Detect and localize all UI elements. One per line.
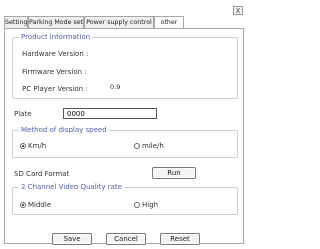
cancel-button[interactable]: Cancel [106, 233, 146, 245]
reset-button[interactable]: Reset [160, 233, 200, 245]
product-information-title: Product information [19, 33, 93, 42]
pc-player-version-label: PC Player Version : [22, 85, 88, 93]
tab-bar: Setting Parking Mode set Power supply co… [4, 16, 244, 29]
save-button[interactable]: Save [52, 233, 92, 245]
radio-high[interactable]: High [134, 201, 158, 210]
radio-mileh-label: mile/h [142, 142, 164, 150]
video-quality-title: 2 Channel Video Quality rate [19, 183, 124, 192]
radio-middle-label: Middle [28, 201, 52, 209]
radio-indicator-high [134, 202, 140, 208]
plate-input[interactable] [63, 108, 157, 119]
sd-format-run-button[interactable]: Run [152, 167, 196, 179]
tab-setting[interactable]: Setting [4, 16, 28, 28]
radio-kmh-label: Km/h [28, 142, 47, 150]
hardware-version-label: Hardware Version : [22, 50, 89, 58]
radio-indicator-kmh [20, 143, 26, 149]
radio-mileh[interactable]: mile/h [134, 142, 164, 151]
radio-middle[interactable]: Middle [20, 201, 51, 210]
close-button[interactable]: X [233, 6, 243, 15]
sd-card-format-label: SD Card Format [14, 170, 70, 178]
radio-kmh[interactable]: Km/h [20, 142, 46, 151]
radio-indicator-middle [20, 202, 26, 208]
pc-player-version-value: 0.9 [110, 83, 121, 91]
firmware-version-label: Firmware Version : [22, 68, 87, 76]
tab-power-supply-control[interactable]: Power supply control [84, 16, 154, 28]
tab-parking-mode-set[interactable]: Parking Mode set [28, 16, 84, 28]
radio-indicator-mileh [134, 143, 140, 149]
radio-high-label: High [142, 201, 159, 209]
plate-label: Plate [14, 110, 32, 118]
display-speed-title: Method of display speed [19, 126, 109, 135]
